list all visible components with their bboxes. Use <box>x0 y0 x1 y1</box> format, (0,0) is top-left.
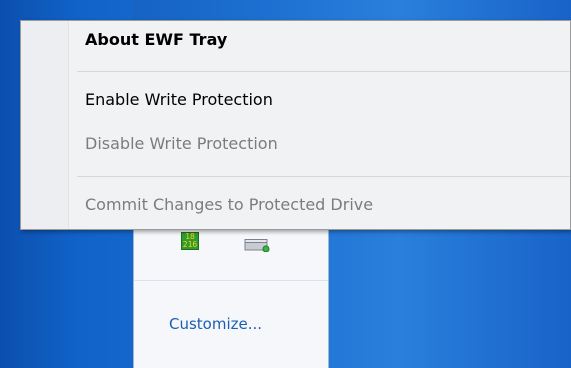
menu-item-about-ewf-tray[interactable]: About EWF Tray <box>85 27 227 53</box>
notification-overflow-popup: 18 216 Customize... <box>133 210 329 368</box>
menu-item-label: Disable Write Protection <box>85 134 278 153</box>
customize-link[interactable]: Customize... <box>169 315 262 333</box>
menu-item-label: Commit Changes to Protected Drive <box>85 195 374 214</box>
menu-item-label: About EWF Tray <box>85 30 228 49</box>
green-counter-icon[interactable]: 18 216 <box>181 232 199 250</box>
tray-icons-area: 18 216 <box>134 228 328 272</box>
drive-icon[interactable] <box>244 238 272 252</box>
menu-item-disable-write-protection: Disable Write Protection <box>85 131 278 157</box>
counter-icon-text: 18 216 <box>182 232 198 249</box>
tray-divider <box>134 280 328 281</box>
menu-item-label: Enable Write Protection <box>85 90 273 109</box>
ewf-tray-context-menu: About EWF Tray Enable Write Protection D… <box>20 20 571 230</box>
menu-icon-gutter <box>21 21 69 229</box>
menu-separator <box>77 71 570 72</box>
menu-item-commit-changes: Commit Changes to Protected Drive <box>85 192 373 218</box>
menu-separator <box>77 176 570 177</box>
menu-item-enable-write-protection[interactable]: Enable Write Protection <box>85 87 273 113</box>
